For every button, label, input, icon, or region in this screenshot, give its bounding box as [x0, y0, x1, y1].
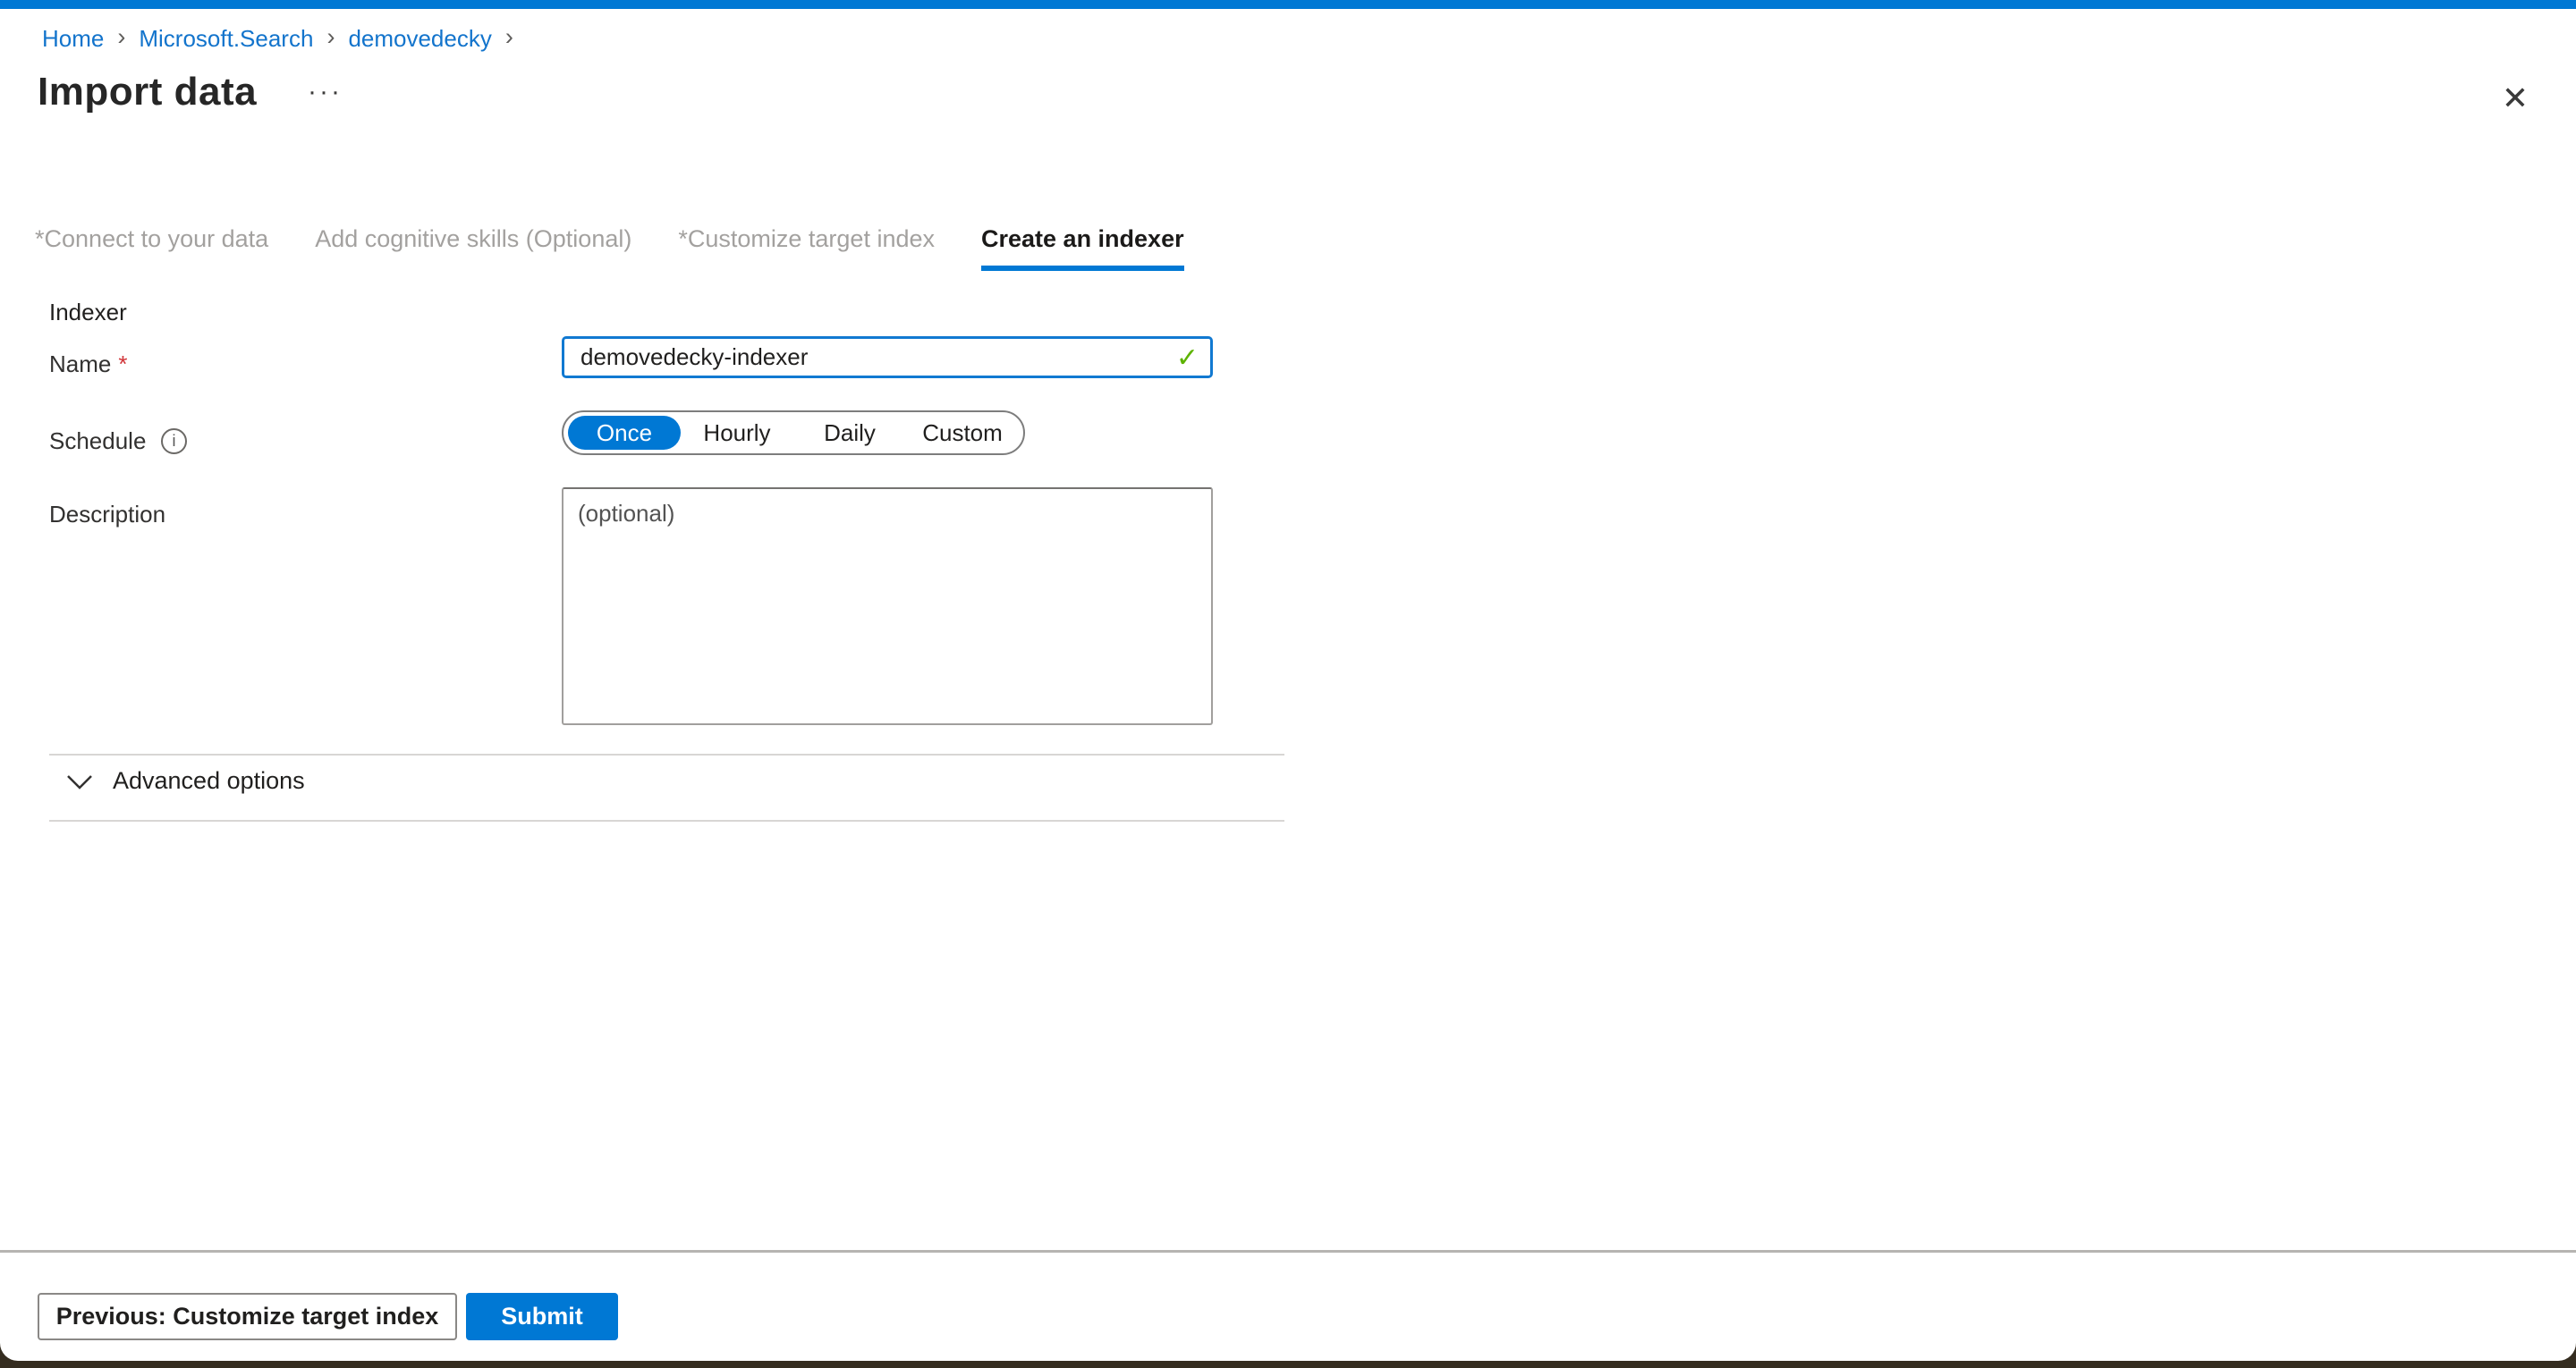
breadcrumb-link-demovedecky[interactable]: demovedecky [348, 25, 491, 53]
schedule-option-daily[interactable]: Daily [793, 419, 906, 447]
more-options-icon[interactable]: ··· [308, 77, 343, 107]
breadcrumb: Home › Microsoft.Search › demovedecky › [42, 23, 513, 54]
breadcrumb-link-microsoft-search[interactable]: Microsoft.Search [139, 25, 313, 53]
page-title: Import data [38, 70, 257, 114]
divider [49, 754, 1284, 756]
tab-customize-target-index[interactable]: *Customize target index [678, 225, 935, 271]
breadcrumb-separator-icon: › [505, 23, 513, 54]
submit-button[interactable]: Submit [466, 1293, 618, 1340]
tab-connect-to-your-data[interactable]: *Connect to your data [35, 225, 268, 271]
required-asterisk: * [118, 350, 127, 377]
description-textarea[interactable] [562, 487, 1213, 725]
chevron-down-icon [66, 773, 93, 790]
indexer-section-heading: Indexer [49, 299, 127, 326]
schedule-option-hourly[interactable]: Hourly [681, 419, 793, 447]
description-label: Description [49, 501, 165, 528]
name-field-wrapper: ✓ [562, 336, 1213, 378]
tab-create-an-indexer[interactable]: Create an indexer [981, 225, 1184, 271]
valid-checkmark-icon: ✓ [1176, 342, 1199, 374]
advanced-options-toggle[interactable]: Advanced options [66, 767, 305, 795]
schedule-segmented-control: Once Hourly Daily Custom [562, 410, 1025, 455]
breadcrumb-separator-icon: › [117, 23, 125, 54]
previous-button[interactable]: Previous: Customize target index [38, 1293, 457, 1340]
required-marker: * [678, 225, 688, 252]
breadcrumb-separator-icon: › [326, 23, 335, 54]
schedule-option-once[interactable]: Once [568, 416, 681, 450]
breadcrumb-link-home[interactable]: Home [42, 25, 104, 53]
info-icon[interactable]: i [161, 428, 187, 454]
tab-add-cognitive-skills[interactable]: Add cognitive skills (Optional) [315, 225, 631, 271]
import-data-panel: Home › Microsoft.Search › demovedecky › … [0, 0, 2576, 1361]
divider [49, 820, 1284, 822]
indexer-name-input[interactable] [562, 336, 1213, 378]
advanced-options-label: Advanced options [113, 767, 305, 795]
name-label: Name* [49, 350, 127, 378]
required-marker: * [35, 225, 45, 252]
wizard-tabs: *Connect to your data Add cognitive skil… [35, 225, 1184, 271]
schedule-label: Schedule [49, 427, 146, 455]
footer-divider [0, 1250, 2576, 1253]
schedule-option-custom[interactable]: Custom [906, 419, 1019, 447]
close-icon[interactable]: ✕ [2494, 77, 2537, 120]
portal-top-bar [0, 0, 2576, 9]
